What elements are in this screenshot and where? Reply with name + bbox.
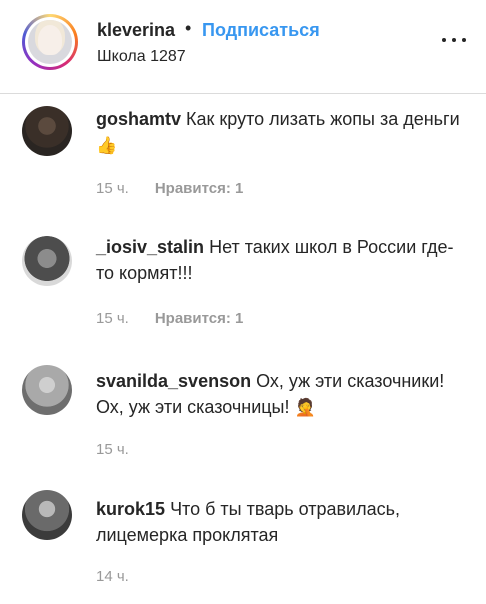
- comment-username[interactable]: _iosiv_stalin: [96, 237, 204, 257]
- comment-text: kurok15 Что б ты тварь отравилась, лицем…: [96, 496, 466, 548]
- comment-username[interactable]: goshamtv: [96, 109, 181, 129]
- comment-text: _iosiv_stalin Нет таких школ в России гд…: [96, 234, 466, 286]
- comment-avatar[interactable]: [22, 236, 72, 286]
- comment-likes[interactable]: Нравится: 1: [155, 310, 244, 327]
- comment-meta: 15 ч. Нравится: 1: [96, 310, 243, 327]
- comment-avatar[interactable]: [22, 106, 72, 156]
- avatar-ring-inner: [25, 17, 75, 67]
- thumbs-up-icon: 👍: [96, 136, 118, 155]
- more-dot: [462, 38, 466, 42]
- facepalm-icon: 🤦: [294, 398, 316, 417]
- comment-text: goshamtv Как круто лизать жопы за деньги…: [96, 106, 466, 158]
- comment-time: 15 ч.: [96, 180, 129, 197]
- comment-body: Как круто лизать жопы за деньги: [186, 109, 460, 129]
- separator-dot: •: [185, 18, 192, 38]
- comment-meta: 15 ч.: [96, 441, 129, 458]
- location-link[interactable]: Школа 1287: [97, 48, 186, 66]
- comment-text: svanilda_svenson Ох, уж эти сказочники! …: [96, 368, 466, 420]
- comment-time: 14 ч.: [96, 568, 129, 585]
- header-divider: [0, 93, 486, 94]
- more-dot: [442, 38, 446, 42]
- comment-avatar[interactable]: [22, 365, 72, 415]
- comment-time: 15 ч.: [96, 310, 129, 327]
- comment-meta: 14 ч.: [96, 568, 129, 585]
- profile-avatar[interactable]: [22, 14, 78, 70]
- header-username[interactable]: kleverina: [97, 20, 175, 41]
- comment-likes[interactable]: Нравится: 1: [155, 180, 244, 197]
- comment-username[interactable]: kurok15: [96, 499, 165, 519]
- post-header: kleverina • Подписаться Школа 1287: [0, 0, 486, 92]
- comment-time: 15 ч.: [96, 441, 129, 458]
- comment-username[interactable]: svanilda_svenson: [96, 371, 251, 391]
- more-horizontal-icon[interactable]: [439, 36, 469, 44]
- comment-meta: 15 ч. Нравится: 1: [96, 180, 243, 197]
- comment-avatar[interactable]: [22, 490, 72, 540]
- follow-button[interactable]: Подписаться: [202, 20, 320, 41]
- avatar-photo: [28, 20, 72, 64]
- more-dot: [452, 38, 456, 42]
